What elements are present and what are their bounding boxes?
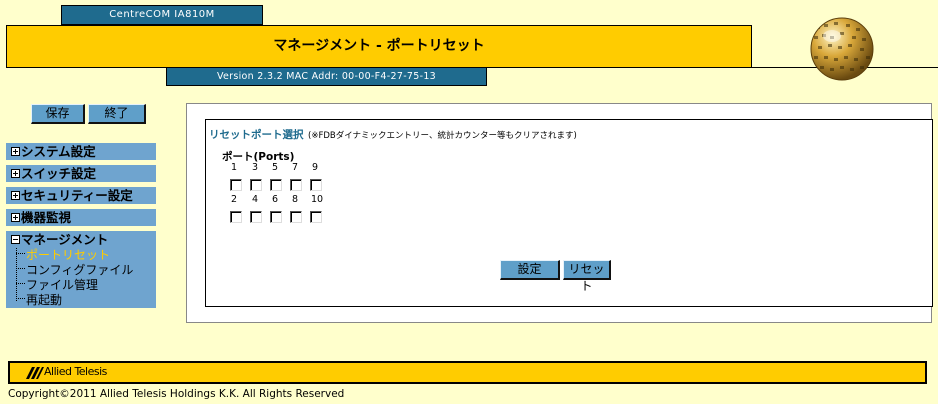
menu-device-monitoring[interactable]: 機器監視 [6,209,156,226]
port-number: 10 [310,194,324,205]
expand-plus-icon [11,147,20,156]
menu-label: システム設定 [21,144,96,159]
port-checkbox-1[interactable] [230,179,242,191]
port-number: 4 [251,194,259,205]
page-title: マネージメント - ポートリセット [6,25,752,68]
port-number: 7 [291,162,299,173]
port-checkbox-7[interactable] [290,179,302,191]
menu-label: 機器監視 [21,210,72,225]
port-checkbox-6[interactable] [270,211,282,223]
model-name-tab: CentreCOM IA810M [61,5,263,25]
globe-logo-icon [810,17,874,81]
menu-label: スイッチ設定 [21,166,97,181]
submenu-port-reset[interactable]: ポートリセット [16,248,110,262]
port-checkbox-8[interactable] [290,211,302,223]
version-info: Version 2.3.2 MAC Addr: 00-00-F4-27-75-1… [166,67,487,86]
port-checkbox-9[interactable] [310,179,322,191]
port-number: 1 [230,162,238,173]
allied-telesis-logo-icon [26,367,44,379]
menu-switch-settings[interactable]: スイッチ設定 [6,165,156,182]
end-button[interactable]: 終了 [88,104,146,124]
port-number: 3 [251,162,259,173]
collapse-minus-icon [11,235,20,244]
apply-button[interactable]: 設定 [500,260,560,280]
section-title: リセットポート選択 [209,129,304,141]
port-number: 9 [311,162,319,173]
port-number: 5 [271,162,279,173]
port-checkbox-3[interactable] [250,179,262,191]
menu-management[interactable]: マネージメント [11,231,108,248]
expand-plus-icon [11,213,20,222]
port-checkbox-5[interactable] [270,179,282,191]
menu-label: マネージメント [21,232,109,247]
copyright-text: Copyright©2011 Allied Telesis Holdings K… [8,388,345,400]
menu-label: セキュリティー設定 [21,188,133,203]
port-number: 6 [271,194,279,205]
port-number: 2 [230,194,238,205]
footer-bar [8,361,927,384]
section-note: (※FDBダイナミックエントリー、統計カウンター等もクリアされます) [308,131,577,141]
expand-plus-icon [11,191,20,200]
port-checkbox-10[interactable] [310,211,322,223]
port-checkbox-4[interactable] [250,211,262,223]
menu-system-settings[interactable]: システム設定 [6,143,156,160]
footer-logo-text: Allied Telesis [44,365,107,378]
submenu-file-management[interactable]: ファイル管理 [16,278,98,292]
port-number: 8 [291,194,299,205]
port-checkbox-2[interactable] [230,211,242,223]
reset-button[interactable]: リセット [563,260,611,293]
menu-security-settings[interactable]: セキュリティー設定 [6,187,156,204]
submenu-reboot[interactable]: 再起動 [16,293,62,307]
save-button[interactable]: 保存 [31,104,85,124]
expand-plus-icon [11,169,20,178]
submenu-config-file[interactable]: コンフィグファイル [16,263,133,277]
